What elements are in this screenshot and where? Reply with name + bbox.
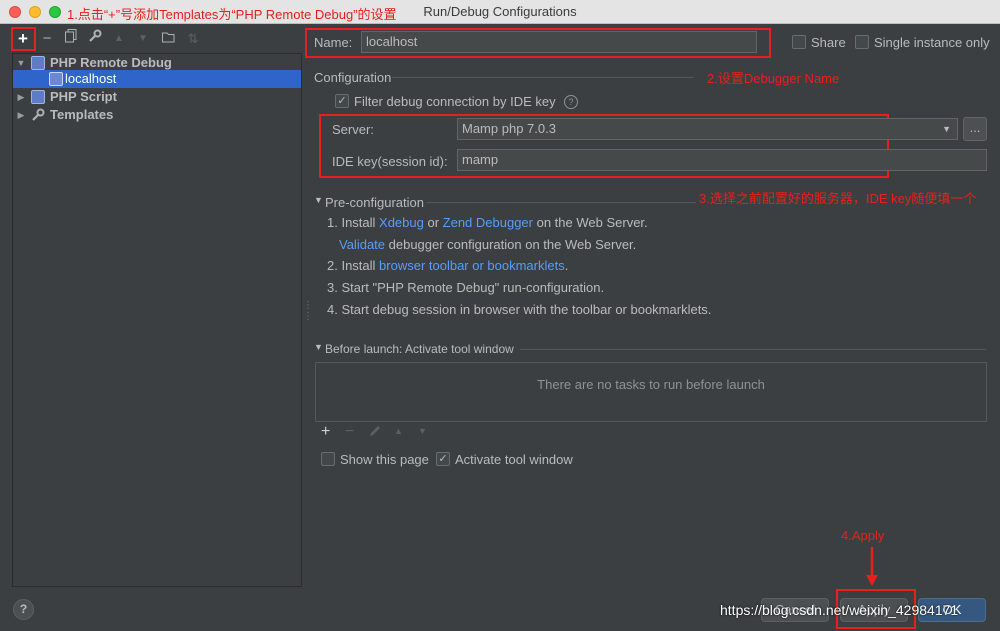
activate-tool-window-checkbox[interactable]: ✓ <box>436 452 450 466</box>
preconfig-step4: 4. Start debug session in browser with t… <box>327 302 712 317</box>
tree-item-label: Templates <box>50 107 114 122</box>
preconfig-step1: 1. Install Xdebug or Zend Debugger on th… <box>327 215 648 230</box>
config-toolbar: + − ▲ ▼ ⇅ <box>0 25 302 53</box>
show-page-label: Show this page <box>340 452 429 467</box>
annotation-step1: 1.点击“+”号添加Templates为“PHP Remote Debug”的设… <box>67 7 397 22</box>
single-instance-checkbox[interactable] <box>855 35 869 49</box>
preconfig-step3: 3. Start "PHP Remote Debug" run-configur… <box>327 280 605 295</box>
server-select-value: Mamp php 7.0.3 <box>462 121 556 136</box>
step-text: on the Web Server. <box>533 215 648 230</box>
show-page-checkbox[interactable] <box>321 452 335 466</box>
edit-templates-button[interactable] <box>85 29 105 49</box>
collapse-arrow-icon[interactable]: ▼ <box>314 195 323 205</box>
step-text: or <box>423 215 443 230</box>
step-text: 2. Install <box>327 258 380 273</box>
validate-link[interactable]: Validate <box>339 237 385 252</box>
sort-button[interactable]: ⇅ <box>183 29 203 49</box>
php-remote-debug-icon <box>31 56 45 70</box>
name-input[interactable]: localhost <box>361 31 757 53</box>
server-select[interactable]: Mamp php 7.0.3 ▼ <box>457 118 958 140</box>
tasks-toolbar: + − ▲ ▼ <box>315 421 987 444</box>
wrench-icon <box>31 108 45 122</box>
section-divider <box>392 77 694 78</box>
tree-item-php-script[interactable]: ▶ PHP Script <box>13 88 301 106</box>
splitter-handle[interactable]: ⋮ ⋮ <box>303 300 313 322</box>
move-down-button[interactable]: ▼ <box>133 29 153 49</box>
help-icon[interactable]: ? <box>564 95 578 109</box>
help-button[interactable]: ? <box>13 599 34 620</box>
configuration-tree: ▼ PHP Remote Debug localhost ▶ PHP Scrip… <box>12 53 302 587</box>
annotation-step3: 3.选择之前配置好的服务器，IDE key随便填一个 <box>699 191 977 206</box>
step-text: . <box>564 258 569 273</box>
remove-task-button[interactable]: − <box>345 423 354 441</box>
expand-arrow-icon[interactable]: ▶ <box>15 106 27 124</box>
remove-configuration-button[interactable]: − <box>37 29 57 49</box>
pencil-icon <box>370 426 380 436</box>
share-label: Share <box>811 35 846 50</box>
empty-tasks-text: There are no tasks to run before launch <box>537 377 765 392</box>
tree-item-templates[interactable]: ▶ Templates <box>13 106 301 124</box>
expand-arrow-icon[interactable]: ▶ <box>15 88 27 106</box>
section-divider <box>426 202 696 203</box>
before-launch-heading: Before launch: Activate tool window <box>325 342 514 356</box>
name-label: Name: <box>314 35 353 50</box>
tree-item-label: localhost <box>65 71 117 86</box>
tree-item-localhost[interactable]: localhost <box>13 70 301 88</box>
copy-configuration-button[interactable] <box>61 29 81 49</box>
folder-icon <box>162 32 175 43</box>
create-folder-button[interactable] <box>159 29 179 49</box>
move-up-button[interactable]: ▲ <box>109 29 129 49</box>
chevron-down-icon: ▼ <box>942 124 951 134</box>
watermark: https://blog.csdn.net/weixin_42984171 <box>720 602 959 618</box>
filter-ide-key-checkbox[interactable]: ✓ <box>335 94 349 108</box>
server-label: Server: <box>332 122 374 137</box>
preconfig-step1b: Validate debugger configuration on the W… <box>339 237 636 252</box>
title-bar: Run/Debug Configurations 1.点击“+”号添加Templ… <box>0 0 1000 24</box>
move-task-up-button[interactable]: ▲ <box>394 426 403 436</box>
edit-task-button[interactable] <box>369 425 381 440</box>
section-divider <box>520 349 986 350</box>
step-text: 1. Install <box>327 215 380 230</box>
annotation-step2: 2.设置Debugger Name <box>707 71 840 86</box>
preconfig-step2: 2. Install browser toolbar or bookmarkle… <box>327 258 568 273</box>
annotation-box-add <box>11 27 36 51</box>
browser-toolbar-link[interactable]: browser toolbar or bookmarklets <box>379 258 565 273</box>
move-task-down-button[interactable]: ▼ <box>418 426 427 436</box>
tree-item-label: PHP Script <box>50 89 117 104</box>
filter-ide-key-label: Filter debug connection by IDE key <box>354 94 556 109</box>
single-instance-label: Single instance only <box>874 35 990 50</box>
annotation-step4: 4.Apply <box>841 528 885 543</box>
collapse-arrow-icon[interactable]: ▼ <box>314 342 323 352</box>
idekey-input[interactable]: mamp <box>457 149 987 171</box>
php-debug-config-icon <box>49 72 63 86</box>
xdebug-link[interactable]: Xdebug <box>379 215 424 230</box>
browse-servers-button[interactable]: ... <box>963 117 987 141</box>
activate-tool-window-label: Activate tool window <box>455 452 573 467</box>
share-checkbox[interactable] <box>792 35 806 49</box>
annotation-arrow-icon <box>866 547 878 586</box>
configuration-section-label: Configuration <box>314 70 392 85</box>
wrench-icon <box>89 29 102 42</box>
zend-debugger-link[interactable]: Zend Debugger <box>443 215 533 230</box>
add-task-button[interactable]: + <box>321 423 330 441</box>
copy-icon <box>65 29 77 43</box>
idekey-label: IDE key(session id): <box>332 154 448 169</box>
step-text: debugger configuration on the Web Server… <box>385 237 637 252</box>
preconfig-heading: Pre-configuration <box>325 195 424 210</box>
php-script-icon <box>31 90 45 104</box>
